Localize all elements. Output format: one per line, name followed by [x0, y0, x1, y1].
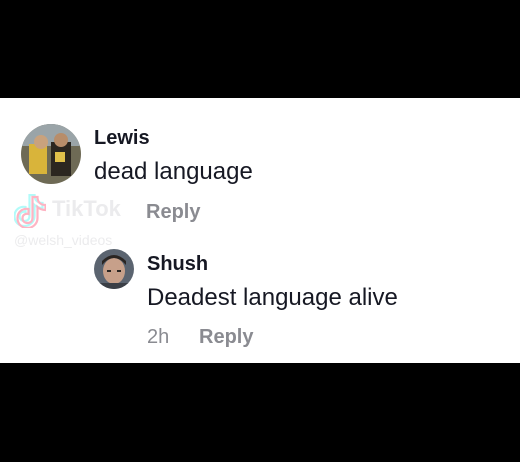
avatar[interactable]: [94, 249, 134, 289]
comment-text: dead language: [94, 158, 253, 185]
avatar-image: [21, 124, 81, 184]
comment-timestamp: 2h: [147, 326, 170, 348]
comment-author[interactable]: Lewis: [94, 126, 150, 150]
tiktok-logo-icon: [13, 193, 47, 230]
comment-author[interactable]: Shush: [147, 252, 208, 276]
avatar-image: [94, 249, 134, 289]
avatar[interactable]: [21, 124, 81, 184]
comments-panel: Lewis dead language Reply TikTok @welsh_…: [0, 98, 520, 363]
watermark-brand: TikTok: [52, 196, 121, 221]
reply-button[interactable]: Reply: [146, 200, 200, 224]
watermark-handle: @welsh_videos: [14, 232, 113, 248]
tiktok-watermark: TikTok @welsh_videos: [13, 193, 121, 248]
comment-text: Deadest language alive: [147, 284, 398, 311]
reply-button[interactable]: Reply: [199, 325, 253, 349]
